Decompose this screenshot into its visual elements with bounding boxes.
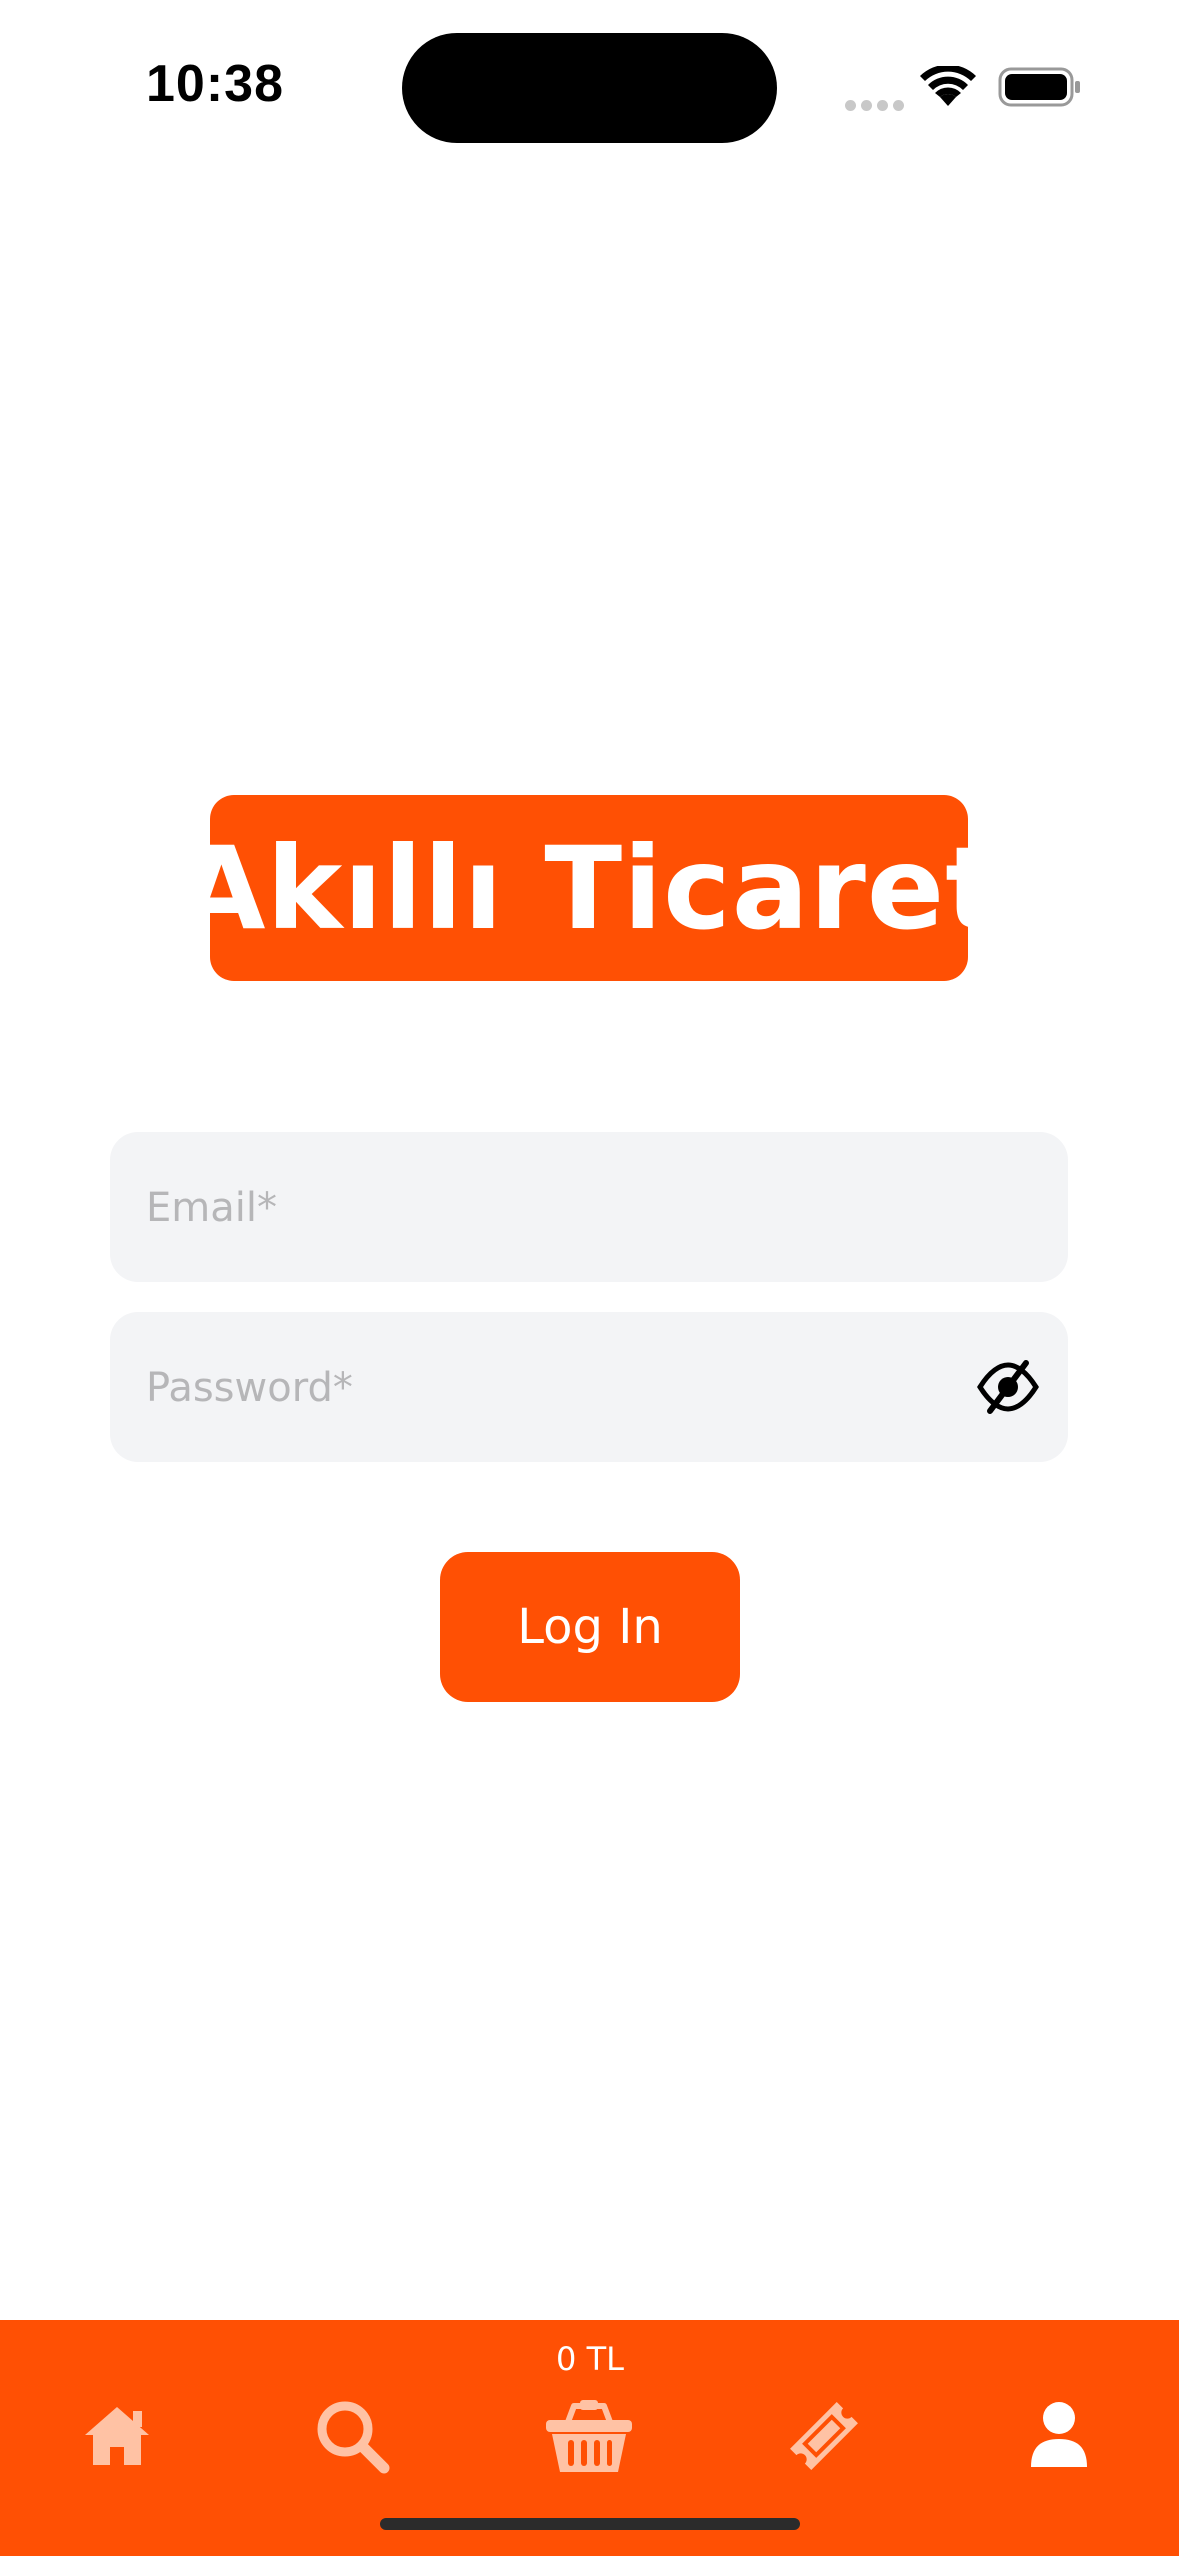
tab-home[interactable] [57, 2376, 177, 2496]
status-time: 10:38 [146, 55, 284, 113]
wifi-icon [920, 66, 976, 106]
home-icon [85, 2407, 149, 2465]
search-icon [317, 2401, 390, 2474]
email-field[interactable] [110, 1132, 1068, 1284]
basket-icon [546, 2400, 632, 2472]
password-field[interactable] [110, 1312, 1068, 1464]
email-input[interactable] [144, 1132, 968, 1284]
cart-total: 0 TL [556, 2340, 624, 2378]
password-input[interactable] [144, 1312, 968, 1464]
tab-cart[interactable] [529, 2376, 649, 2496]
tab-profile[interactable] [999, 2376, 1119, 2496]
user-icon [1031, 2402, 1087, 2467]
home-indicator [380, 2518, 800, 2530]
battery-icon [998, 67, 1080, 107]
dynamic-island [402, 33, 777, 143]
cellular-signal-icon [845, 96, 909, 115]
tab-search[interactable] [292, 2376, 412, 2496]
eye-slash-icon[interactable] [976, 1357, 1040, 1417]
app-logo: Akıllı Ticaret [177, 795, 1000, 981]
tab-bar: 0 TL [0, 2320, 1179, 2556]
app-logo-text: Akıllı Ticaret [177, 821, 1001, 955]
login-button[interactable]: Log In [440, 1552, 740, 1702]
tab-tickets[interactable] [764, 2376, 884, 2496]
ticket-icon [790, 2402, 858, 2470]
